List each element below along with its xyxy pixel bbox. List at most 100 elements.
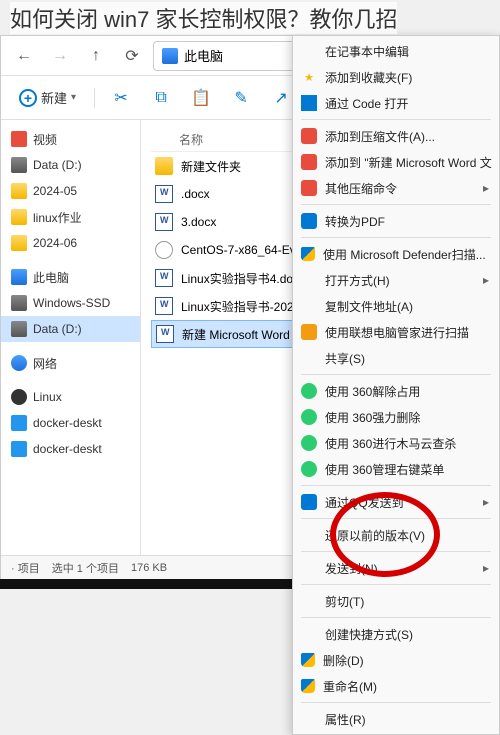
menu-item-icon bbox=[301, 527, 317, 543]
file-icon bbox=[155, 269, 173, 287]
context-menu-item[interactable]: 使用 Microsoft Defender扫描... bbox=[293, 241, 499, 267]
sidebar-item-icon bbox=[11, 321, 27, 337]
menu-item-label: 通过 Code 打开 bbox=[325, 95, 408, 112]
paste-button[interactable]: 📋 bbox=[183, 83, 219, 113]
forward-button[interactable]: → bbox=[45, 42, 75, 70]
menu-item-label: 属性(R) bbox=[325, 711, 366, 728]
menu-item-icon bbox=[301, 272, 317, 288]
file-name: 3.docx bbox=[181, 215, 216, 229]
file-icon bbox=[156, 325, 174, 343]
file-icon bbox=[155, 185, 173, 203]
menu-item-label: 删除(D) bbox=[323, 652, 364, 669]
context-menu-item[interactable]: 创建快捷方式(S) bbox=[293, 621, 499, 647]
context-menu-item[interactable]: 使用联想电脑管家进行扫描 bbox=[293, 319, 499, 345]
context-menu-item[interactable]: 转换为PDF bbox=[293, 208, 499, 234]
rename-button[interactable]: ✎ bbox=[223, 83, 259, 113]
menu-item-icon bbox=[301, 298, 317, 314]
sidebar-item[interactable]: 网络 bbox=[1, 350, 140, 376]
context-menu-item[interactable]: 属性(R) bbox=[293, 706, 499, 732]
context-menu-item[interactable]: ★添加到收藏夹(F) bbox=[293, 64, 499, 90]
sidebar-item[interactable]: Data (D:) bbox=[1, 316, 140, 342]
sidebar-item-label: Data (D:) bbox=[33, 322, 82, 336]
menu-separator bbox=[301, 702, 491, 703]
sidebar-item[interactable]: 2024-06 bbox=[1, 230, 140, 256]
menu-item-icon bbox=[301, 560, 317, 576]
sidebar-item[interactable]: Data (D:) bbox=[1, 152, 140, 178]
context-menu-item[interactable]: 删除(D) bbox=[293, 647, 499, 673]
sidebar-item[interactable]: 视频 bbox=[1, 126, 140, 152]
sidebar-item[interactable]: docker-deskt bbox=[1, 410, 140, 436]
sidebar-item[interactable]: Windows-SSD bbox=[1, 290, 140, 316]
context-menu-item[interactable]: 通过 Code 打开 bbox=[293, 90, 499, 116]
sidebar-item-label: 网络 bbox=[33, 355, 57, 372]
context-menu-item[interactable]: 使用 360进行木马云查杀 bbox=[293, 430, 499, 456]
new-button[interactable]: + 新建 ▾ bbox=[9, 83, 86, 113]
context-menu-item[interactable]: 打开方式(H)▸ bbox=[293, 267, 499, 293]
menu-separator bbox=[301, 204, 491, 205]
sidebar-item[interactable]: docker-deskt bbox=[1, 436, 140, 462]
back-button[interactable]: ← bbox=[9, 42, 39, 70]
cut-button[interactable]: ✂ bbox=[103, 83, 139, 113]
menu-item-label: 其他压缩命令 bbox=[325, 180, 397, 197]
context-menu-item[interactable]: 重命名(M) bbox=[293, 673, 499, 699]
context-menu-item[interactable]: 使用 360解除占用 bbox=[293, 378, 499, 404]
status-size: 176 KB bbox=[131, 562, 167, 574]
sidebar-item[interactable]: 2024-05 bbox=[1, 178, 140, 204]
sidebar-item[interactable]: Linux bbox=[1, 384, 140, 410]
menu-item-label: 还原以前的版本(V) bbox=[325, 527, 425, 544]
sidebar-item-label: 视频 bbox=[33, 131, 57, 148]
menu-item-label: 使用 360进行木马云查杀 bbox=[325, 435, 456, 452]
context-menu-item[interactable]: 添加到 "新建 Microsoft Word 文 bbox=[293, 149, 499, 175]
sidebar-item[interactable]: 此电脑 bbox=[1, 264, 140, 290]
menu-item-icon bbox=[301, 383, 317, 399]
sidebar-item-icon bbox=[11, 157, 27, 173]
shield-icon bbox=[301, 247, 315, 261]
shield-icon bbox=[301, 653, 315, 667]
refresh-button[interactable]: ⟳ bbox=[117, 42, 147, 70]
menu-item-icon bbox=[301, 494, 317, 510]
sidebar-item-icon bbox=[11, 235, 27, 251]
plus-icon: + bbox=[19, 89, 37, 107]
context-menu-item[interactable]: 通过QQ发送到▸ bbox=[293, 489, 499, 515]
sidebar-item[interactable]: linux作业 bbox=[1, 204, 140, 230]
menu-item-icon bbox=[301, 461, 317, 477]
sidebar-item-label: Data (D:) bbox=[33, 158, 82, 172]
menu-item-label: 共享(S) bbox=[325, 350, 365, 367]
context-menu-item[interactable]: 发送到(N)▸ bbox=[293, 555, 499, 581]
context-menu-item[interactable]: 使用 360管理右键菜单 bbox=[293, 456, 499, 482]
submenu-arrow-icon: ▸ bbox=[483, 273, 489, 287]
context-menu-item[interactable]: 使用 360强力删除 bbox=[293, 404, 499, 430]
context-menu-item[interactable]: 共享(S) bbox=[293, 345, 499, 371]
menu-item-label: 使用 Microsoft Defender扫描... bbox=[323, 246, 486, 263]
copy-button[interactable]: ⧉ bbox=[143, 83, 179, 113]
menu-item-label: 添加到压缩文件(A)... bbox=[325, 128, 435, 145]
sidebar-item-label: 2024-05 bbox=[33, 184, 77, 198]
new-label: 新建 bbox=[41, 88, 67, 107]
file-name: 新建文件夹 bbox=[181, 158, 241, 175]
sidebar: 视频 Data (D:) 2024-05 linux作业2024-06 此电脑 Windo… bbox=[1, 120, 141, 579]
article-title: 如何关闭 win7 家长控制权限？教你几招 bbox=[10, 2, 397, 34]
file-icon bbox=[155, 297, 173, 315]
context-menu-item[interactable]: 其他压缩命令▸ bbox=[293, 175, 499, 201]
sidebar-item-label: docker-deskt bbox=[33, 416, 102, 430]
menu-item-icon bbox=[301, 154, 317, 170]
sidebar-item-icon bbox=[11, 269, 27, 285]
context-menu-item[interactable]: 剪切(T) bbox=[293, 588, 499, 614]
sidebar-item-label: Windows-SSD bbox=[33, 296, 110, 310]
sidebar-item-icon bbox=[11, 355, 27, 371]
menu-separator bbox=[301, 551, 491, 552]
sidebar-item-icon bbox=[11, 441, 27, 457]
menu-item-icon bbox=[301, 213, 317, 229]
menu-item-label: 复制文件地址(A) bbox=[325, 298, 413, 315]
context-menu-item[interactable]: 还原以前的版本(V) bbox=[293, 522, 499, 548]
up-button[interactable]: ↑ bbox=[81, 42, 111, 70]
menu-item-label: 创建快捷方式(S) bbox=[325, 626, 413, 643]
context-menu-item[interactable]: 在记事本中编辑 bbox=[293, 38, 499, 64]
context-menu-item[interactable]: 添加到压缩文件(A)... bbox=[293, 123, 499, 149]
file-icon bbox=[155, 213, 173, 231]
context-menu-item[interactable]: 复制文件地址(A) bbox=[293, 293, 499, 319]
menu-item-icon bbox=[301, 180, 317, 196]
menu-separator bbox=[301, 617, 491, 618]
file-name: Linux实验指导书-2023.d bbox=[181, 298, 310, 315]
address-text: 此电脑 bbox=[184, 46, 223, 65]
